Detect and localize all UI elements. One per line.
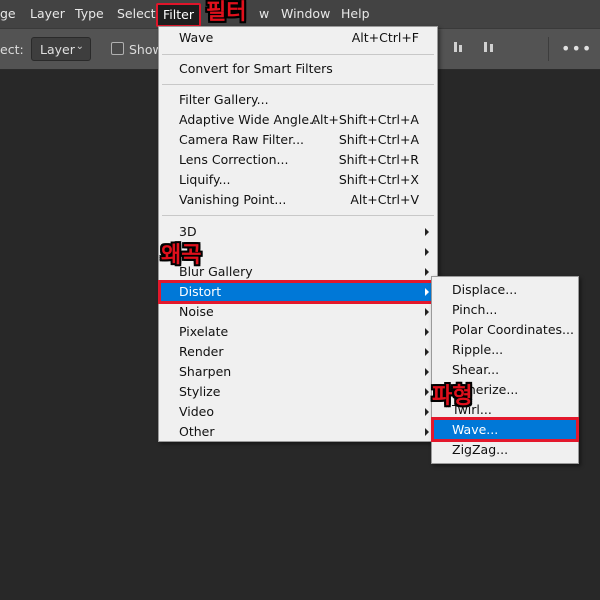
menu-item-label: Wave...: [452, 422, 499, 437]
menu-item-label: Video: [179, 404, 215, 419]
layer-select[interactable]: Layer ⌄: [31, 37, 91, 61]
submenu-item-displace[interactable]: Displace...: [432, 280, 578, 300]
menu-divider: [162, 84, 434, 85]
menu-item-last-filter[interactable]: Wave Alt+Ctrl+F: [159, 28, 437, 48]
shortcut-label: Shift+Ctrl+R: [338, 152, 419, 167]
menu-divider: [162, 215, 434, 216]
filter-menu: Wave Alt+Ctrl+F Convert for Smart Filter…: [158, 26, 438, 442]
menu-item-label: Wave: [179, 30, 214, 45]
shortcut-label: Shift+Ctrl+A: [338, 132, 419, 147]
menu-item-label: Pixelate: [179, 324, 229, 339]
menu-item-convert-smart-filters[interactable]: Convert for Smart Filters: [159, 59, 437, 79]
menu-item-label: Displace...: [452, 282, 518, 297]
submenu-item-pinch[interactable]: Pinch...: [432, 300, 578, 320]
chevron-right-icon: [425, 368, 429, 376]
menu-item-noise[interactable]: Noise: [159, 302, 437, 322]
align-bottom-icon[interactable]: [452, 40, 466, 54]
chevron-right-icon: [425, 248, 429, 256]
chevron-right-icon: [425, 428, 429, 436]
auto-select-label: ect:: [0, 42, 24, 57]
shortcut-label: Alt+Shift+Ctrl+A: [311, 112, 419, 127]
menu-item-lens-correction[interactable]: Lens Correction... Shift+Ctrl+R: [159, 150, 437, 170]
menu-item-label: Stylize: [179, 384, 221, 399]
menu-item-label: 3D: [179, 224, 197, 239]
menu-view[interactable]: w: [259, 6, 269, 21]
chevron-right-icon: [425, 228, 429, 236]
submenu-item-ripple[interactable]: Ripple...: [432, 340, 578, 360]
menu-item-pixelate[interactable]: Pixelate: [159, 322, 437, 342]
menu-item-label: Polar Coordinates...: [452, 322, 574, 337]
menu-bar: ge Layer Type Select Filter w Window Hel…: [0, 0, 600, 29]
chevron-down-icon: ⌄: [75, 41, 84, 52]
chevron-right-icon: [425, 288, 429, 296]
menu-select[interactable]: Select: [117, 6, 156, 21]
menu-item-label: Camera Raw Filter...: [179, 132, 305, 147]
menu-item-label: Ripple...: [452, 342, 504, 357]
menu-item-label: Vanishing Point...: [179, 192, 287, 207]
menu-item-vanishing-point[interactable]: Vanishing Point... Alt+Ctrl+V: [159, 190, 437, 210]
menu-item-sharpen[interactable]: Sharpen: [159, 362, 437, 382]
chevron-right-icon: [425, 308, 429, 316]
chevron-right-icon: [425, 268, 429, 276]
menu-item-video[interactable]: Video: [159, 402, 437, 422]
menu-item-label: Sharpen: [179, 364, 232, 379]
distort-submenu: Displace... Pinch... Polar Coordinates..…: [431, 276, 579, 464]
chevron-right-icon: [425, 348, 429, 356]
shortcut-label: Alt+Ctrl+F: [351, 30, 419, 45]
menu-item-label: Liquify...: [179, 172, 231, 187]
submenu-item-shear[interactable]: Shear...: [432, 360, 578, 380]
menu-filter[interactable]: Filter: [156, 3, 201, 27]
menu-item-label: Distort: [179, 284, 222, 299]
menu-item-adaptive-wide-angle[interactable]: Adaptive Wide Angle... Alt+Shift+Ctrl+A: [159, 110, 437, 130]
menu-item-label: Shear...: [452, 362, 500, 377]
menu-item-label: Lens Correction...: [179, 152, 289, 167]
distribute-icon[interactable]: [482, 40, 496, 54]
menu-item-label: Filter Gallery...: [179, 92, 269, 107]
menu-item-stylize[interactable]: Stylize: [159, 382, 437, 402]
chevron-right-icon: [425, 408, 429, 416]
menu-type[interactable]: Type: [75, 6, 104, 21]
menu-layer[interactable]: Layer: [30, 6, 65, 21]
layer-select-value: Layer: [40, 42, 75, 57]
menu-item-label: Render: [179, 344, 224, 359]
menu-item-other[interactable]: Other: [159, 422, 437, 442]
menu-item-liquify[interactable]: Liquify... Shift+Ctrl+X: [159, 170, 437, 190]
divider: [548, 37, 549, 61]
shortcut-label: Alt+Ctrl+V: [350, 192, 419, 207]
menu-edge[interactable]: ge: [0, 6, 16, 21]
submenu-item-zigzag[interactable]: ZigZag...: [432, 440, 578, 460]
menu-window[interactable]: Window: [281, 6, 330, 21]
menu-item-label: Convert for Smart Filters: [179, 61, 333, 76]
submenu-item-wave[interactable]: Wave...: [431, 417, 579, 442]
menu-item-camera-raw[interactable]: Camera Raw Filter... Shift+Ctrl+A: [159, 130, 437, 150]
menu-item-label: Adaptive Wide Angle...: [179, 112, 321, 127]
shortcut-label: Shift+Ctrl+X: [338, 172, 419, 187]
menu-item-label: Pinch...: [452, 302, 498, 317]
menu-item-render[interactable]: Render: [159, 342, 437, 362]
menu-item-3d[interactable]: 3D: [159, 222, 437, 242]
menu-item-label: Noise: [179, 304, 214, 319]
annotation-wave: 파형: [432, 384, 473, 409]
more-options-icon[interactable]: •••: [561, 39, 592, 58]
show-transform-checkbox[interactable]: [111, 42, 124, 55]
annotation-distort: 왜곡: [161, 243, 202, 268]
menu-item-label: ZigZag...: [452, 442, 509, 457]
chevron-right-icon: [425, 388, 429, 396]
chevron-right-icon: [425, 328, 429, 336]
submenu-item-polar-coordinates[interactable]: Polar Coordinates...: [432, 320, 578, 340]
menu-item-label: Other: [179, 424, 215, 439]
menu-divider: [162, 54, 434, 55]
menu-item-filter-gallery[interactable]: Filter Gallery...: [159, 90, 437, 110]
annotation-filter: 필터: [206, 0, 247, 25]
menu-help[interactable]: Help: [341, 6, 370, 21]
menu-item-distort[interactable]: Distort: [158, 280, 438, 304]
